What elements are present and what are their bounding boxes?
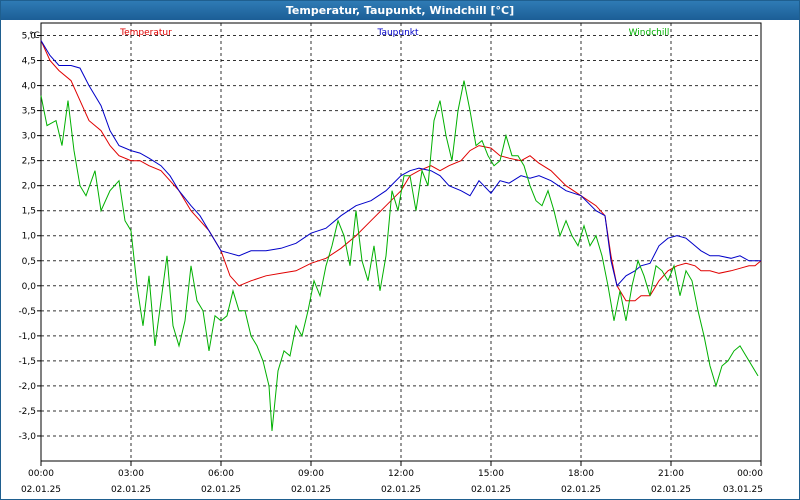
y-tick-label: 4,0	[22, 82, 37, 92]
y-tick-label: -2,5	[18, 407, 36, 417]
legend-item-taupunkt: Taupunkt	[376, 28, 419, 38]
x-tick-time: 18:00	[568, 469, 594, 479]
y-tick-label: 3,5	[22, 107, 36, 117]
x-tick-time: 00:00	[28, 469, 54, 479]
y-tick-label: 2,5	[22, 157, 36, 167]
y-tick-label: 4,5	[22, 57, 36, 67]
x-axis: 00:00 02.01.25 03:00 02.01.25 06:00 02.01.25 0…	[21, 461, 763, 495]
chart-area: 5,04,54,03,53,02,52,01,51,00,50,0-0,5-1,…	[18, 22, 763, 495]
x-tick-date: 02.01.25	[111, 485, 151, 495]
y-tick-label: 0,5	[22, 257, 36, 267]
legend-item-temperatur: Temperatur	[119, 28, 172, 38]
chart-window: Temperatur, Taupunkt, Windchill [°C] 5,0…	[0, 0, 800, 500]
x-tick-date: 02.01.25	[291, 485, 331, 495]
y-tick-label: 2,0	[22, 182, 37, 192]
y-tick-label: 1,0	[22, 232, 37, 242]
y-tick-label: -3,0	[18, 432, 36, 442]
x-tick-date: 03.01.25	[723, 485, 763, 495]
legend-item-windchill: Windchill	[629, 28, 670, 38]
y-axis: 5,04,54,03,53,02,52,01,51,00,50,0-0,5-1,…	[18, 32, 41, 442]
y-tick-label: 0,0	[22, 282, 37, 292]
y-tick-label: -0,5	[18, 307, 36, 317]
x-tick-time: 15:00	[478, 469, 504, 479]
x-tick-date: 02.01.25	[21, 485, 61, 495]
y-axis-unit: °C	[29, 31, 40, 41]
x-tick-time: 21:00	[658, 469, 684, 479]
y-tick-label: 3,0	[22, 132, 37, 142]
x-tick-date: 02.01.25	[471, 485, 511, 495]
y-tick-label: 1,5	[22, 207, 36, 217]
x-tick-date: 02.01.25	[381, 485, 421, 495]
x-tick-time: 12:00	[388, 469, 414, 479]
x-tick-time: 06:00	[208, 469, 234, 479]
x-tick-date: 02.01.25	[561, 485, 601, 495]
y-tick-label: -1,5	[18, 357, 36, 367]
x-tick-time: 09:00	[298, 469, 324, 479]
y-tick-label: -1,0	[18, 332, 36, 342]
x-tick-time: 03:00	[118, 469, 144, 479]
x-tick-date: 02.01.25	[201, 485, 241, 495]
x-tick-date: 02.01.25	[651, 485, 691, 495]
window-title: Temperatur, Taupunkt, Windchill [°C]	[1, 1, 799, 20]
y-tick-label: -2,0	[18, 382, 36, 392]
x-tick-time: 00:00	[737, 469, 763, 479]
